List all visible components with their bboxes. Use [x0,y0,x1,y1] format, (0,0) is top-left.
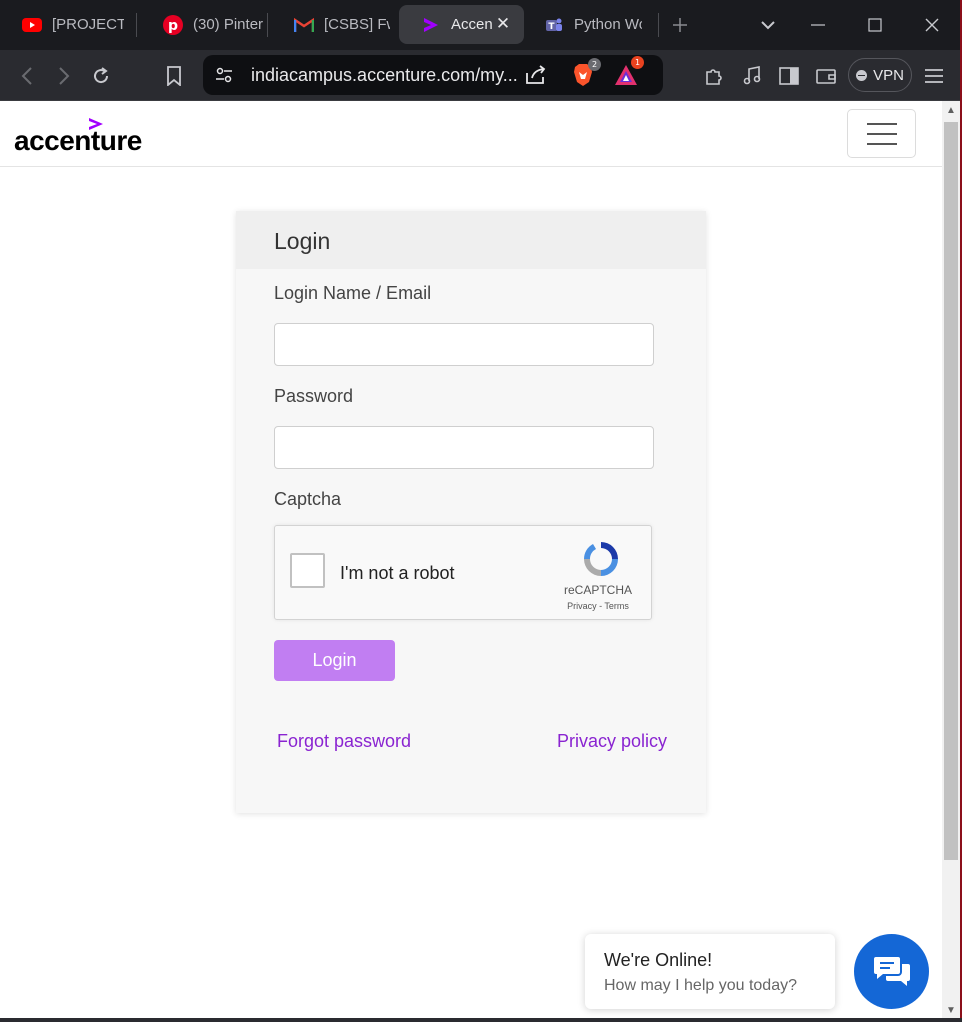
teams-icon: T [544,15,564,35]
chat-subtitle: How may I help you today? [604,977,797,994]
captcha-label: Captcha [274,489,342,509]
brave-shields-count-badge: 2 [588,58,601,71]
reload-icon[interactable] [88,63,114,89]
browser-menu-icon[interactable] [921,63,947,89]
login-card-header: Login [236,211,706,269]
maximize-window-icon[interactable] [863,13,887,37]
accenture-logo[interactable]: accenture [14,125,142,157]
recaptcha-widget: I'm not a robot reCAPTCHA Privacy - Term… [274,525,652,620]
hamburger-line [866,122,897,125]
hamburger-line [866,142,897,145]
site-header: accenture [0,101,942,167]
vpn-label: VPN [873,66,904,84]
vpn-button[interactable]: VPN [848,58,912,92]
scroll-up-arrow-icon[interactable]: ▲ [942,102,960,120]
recaptcha-logo-icon [584,542,618,576]
login-card: Login Login Name / Email Password Captch… [236,211,706,813]
accenture-icon [421,15,441,35]
tab-separator [658,13,659,37]
address-bar[interactable]: indiacampus.accenture.com/my... 2 1 [203,55,663,95]
tab-gmail[interactable]: [CSBS] Fwd [272,5,390,44]
wallet-icon[interactable] [813,63,839,89]
forgot-password-link[interactable]: Forgot password [277,731,411,752]
tab-accenture-active[interactable]: Accen ✕ [399,5,524,44]
tab-youtube-project[interactable]: [PROJECT [0,5,133,44]
chat-launcher-button[interactable] [854,934,929,1009]
hamburger-menu-button[interactable] [847,109,916,158]
close-window-icon[interactable] [920,13,944,37]
chat-title: We're Online! [604,950,713,970]
window-bottom-edge [0,1018,962,1022]
brave-rewards-count-badge: 1 [631,56,644,69]
pinterest-icon: p [163,14,183,35]
chat-greeting-bubble[interactable]: We're Online! How may I help you today? [585,934,835,1009]
tab-title: Python Wo [574,16,642,33]
login-title: Login [274,228,331,254]
chat-bubbles-icon [873,956,910,986]
close-tab-icon[interactable]: ✕ [494,15,512,33]
extensions-puzzle-icon[interactable] [701,63,727,89]
email-label: Login Name / Email [274,283,432,303]
email-field[interactable] [274,323,654,366]
tab-list-chevron-down-icon[interactable] [756,13,780,37]
scrollbar-thumb[interactable] [944,122,958,860]
recaptcha-label: I'm not a robot [340,563,455,583]
tab-title: (30) Pinter [193,16,264,33]
tab-separator [267,13,268,37]
tab-title: [PROJECT [52,16,124,33]
tab-separator [136,13,137,37]
gmail-icon [294,15,314,35]
site-settings-icon[interactable] [211,62,237,88]
tab-title: [CSBS] Fwd [324,16,390,33]
share-icon[interactable] [523,62,549,88]
tab-pinterest[interactable]: p (30) Pinter [141,5,266,44]
back-arrow-icon[interactable] [14,63,40,89]
url-text: indiacampus.accenture.com/my... [251,65,518,85]
page-viewport: accenture Login Login Name / Email Passw… [0,101,942,1020]
password-field[interactable] [274,426,654,469]
browser-toolbar: indiacampus.accenture.com/my... 2 1 VPN [0,50,962,101]
brave-rewards-icon[interactable]: 1 [613,56,644,88]
browser-tab-strip: [PROJECT p (30) Pinter [CSBS] Fwd Accen … [0,0,962,50]
forward-arrow-icon[interactable] [51,63,77,89]
tab-python-workshop[interactable]: T Python Wo [522,5,657,44]
brave-shields-icon[interactable]: 2 [570,58,601,88]
hamburger-line [866,132,897,135]
youtube-icon [22,15,42,35]
sidebar-toggle-icon[interactable] [776,63,802,89]
tab-title: Accen [451,16,493,33]
bookmark-icon[interactable] [161,63,187,89]
recaptcha-brand: reCAPTCHA [563,583,632,597]
recaptcha-privacy-terms[interactable]: Privacy - Terms [545,601,651,611]
minimize-window-icon[interactable] [806,13,830,37]
media-music-note-icon[interactable] [739,63,765,89]
recaptcha-checkbox[interactable] [290,553,325,588]
privacy-policy-link[interactable]: Privacy policy [557,731,667,752]
password-label: Password [274,386,354,406]
svg-text:T: T [548,22,555,32]
vpn-status-icon [856,69,868,81]
new-tab-plus-icon[interactable] [668,13,692,37]
login-button[interactable]: Login [274,640,395,681]
svg-text:p: p [168,18,178,34]
